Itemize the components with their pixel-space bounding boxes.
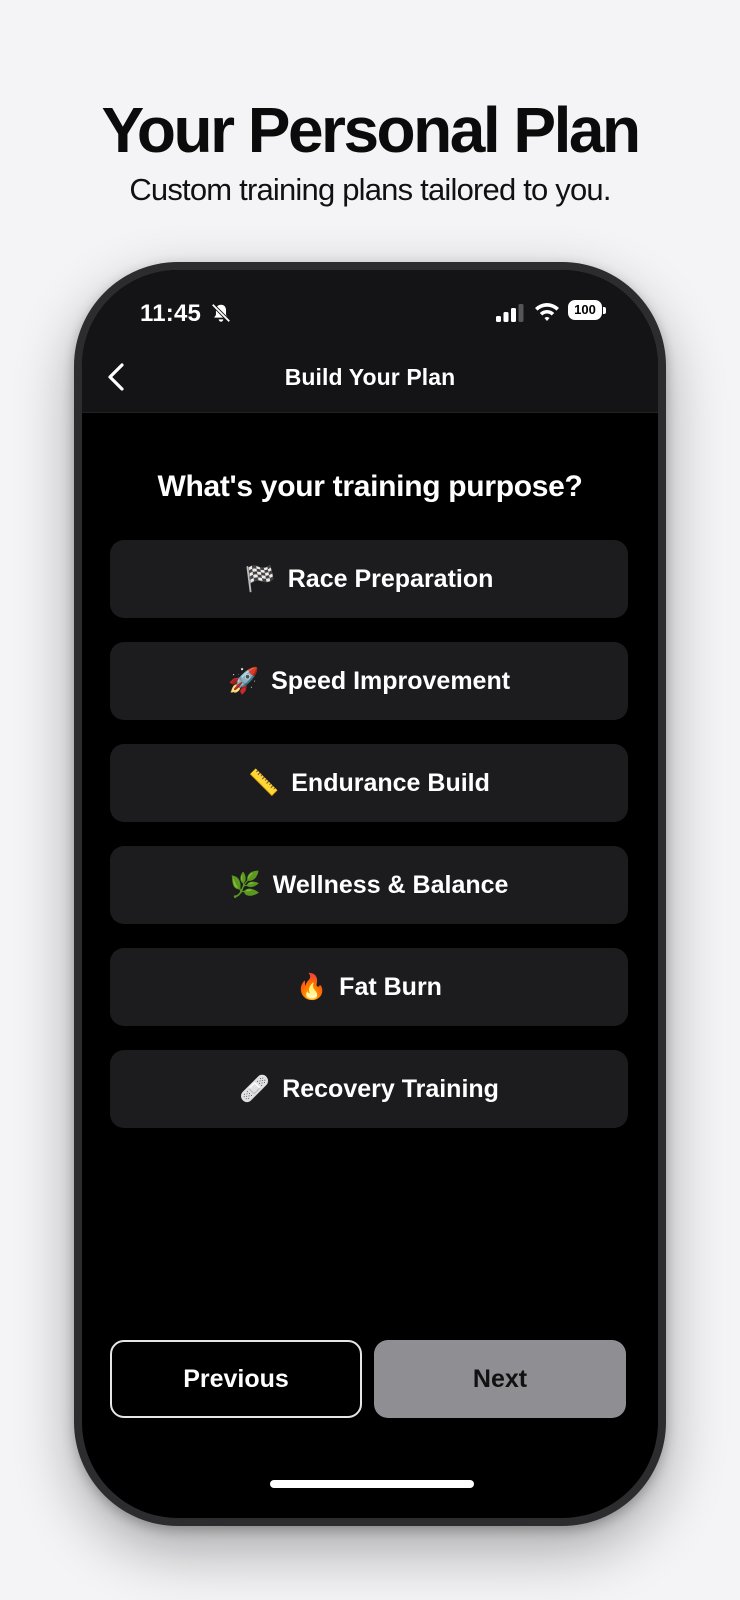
nav-divider: [82, 412, 658, 413]
phone-screen: 11:45 100 Build Your Plan What's your tr…: [82, 270, 658, 1518]
battery-level: 100: [574, 302, 596, 317]
option-label: Wellness & Balance: [272, 870, 509, 899]
nav-title: Build Your Plan: [284, 364, 456, 390]
home-indicator[interactable]: [270, 1480, 474, 1488]
option-race-preparation[interactable]: 🏁 Race Preparation: [110, 540, 628, 618]
option-label: Fat Burn: [339, 972, 442, 1001]
status-time: 11:45: [140, 300, 202, 327]
option-endurance-build[interactable]: 📏 Endurance Build: [110, 744, 628, 822]
wifi-icon: [535, 303, 559, 321]
option-recovery-training[interactable]: 🩹 Recovery Training: [110, 1050, 628, 1128]
promo-subtitle: Custom training plans tailored to you.: [129, 172, 611, 207]
rocket-icon: 🚀: [227, 666, 260, 695]
previous-button[interactable]: Previous: [110, 1340, 362, 1418]
phone-frame: 11:45 100 Build Your Plan What's your tr…: [74, 262, 666, 1526]
bell-slash-icon: [211, 303, 231, 323]
option-speed-improvement[interactable]: 🚀 Speed Improvement: [110, 642, 628, 720]
bandage-icon: 🩹: [239, 1074, 271, 1103]
option-label: Endurance Build: [291, 768, 490, 797]
battery-tip: [603, 307, 606, 314]
option-label: Race Preparation: [287, 564, 494, 593]
question-heading: What's your training purpose?: [157, 470, 583, 503]
option-label: Recovery Training: [282, 1074, 499, 1103]
ruler-icon: 📏: [248, 768, 280, 797]
option-label: Speed Improvement: [271, 666, 511, 695]
options-list: 🏁 Race Preparation 🚀 Speed Improvement 📏…: [110, 540, 628, 1152]
cellular-signal-icon: [496, 304, 524, 322]
promo-title: Your Personal Plan: [101, 94, 641, 166]
checkered-flag-icon: 🏁: [244, 564, 276, 593]
option-fat-burn[interactable]: 🔥 Fat Burn: [110, 948, 628, 1026]
option-wellness-balance[interactable]: 🌿 Wellness & Balance: [110, 846, 628, 924]
battery-icon: 100: [568, 300, 606, 322]
herb-icon: 🌿: [229, 870, 261, 899]
fire-icon: 🔥: [296, 972, 328, 1001]
next-button[interactable]: Next: [374, 1340, 626, 1418]
